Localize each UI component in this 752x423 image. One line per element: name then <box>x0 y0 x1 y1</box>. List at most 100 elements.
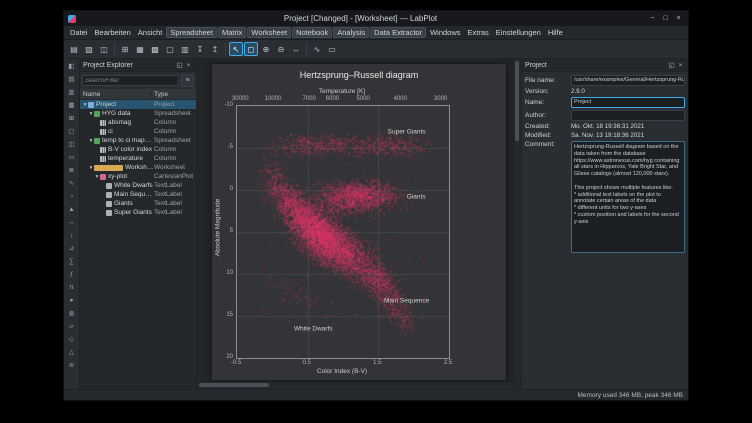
left-toolbar-button-9-icon[interactable]: ≣ <box>66 165 78 177</box>
import-data-icon[interactable]: ↧ <box>193 42 207 56</box>
field-value-name[interactable]: Project <box>571 97 685 108</box>
scatter-canvas[interactable] <box>237 106 449 358</box>
menu-spreadsheet[interactable]: Spreadsheet <box>166 27 217 38</box>
tree-row-giants[interactable]: GiantsTextLabel <box>80 199 196 208</box>
tree-row-hyg-data[interactable]: ▾HYG dataSpreadsheet <box>80 109 196 118</box>
left-toolbar-button-13-icon[interactable]: ↔ <box>66 217 78 229</box>
properties-dock-header: Project ◱ × <box>522 59 688 72</box>
left-toolbar-button-15-icon[interactable]: ⊿ <box>66 243 78 255</box>
field-value-comment[interactable]: Hertzsprung-Russell diagram based on the… <box>571 141 685 253</box>
left-toolbar-button-20-icon[interactable]: ◍ <box>66 308 78 320</box>
zoom-out-icon[interactable]: ⊖ <box>274 42 288 56</box>
left-toolbar-button-3-icon[interactable]: ▥ <box>66 87 78 99</box>
left-toolbar-button-16-icon[interactable]: ∑ <box>66 256 78 268</box>
worksheet-page[interactable]: Hertzsprung–Russell diagram Temperature … <box>212 64 506 380</box>
search-input[interactable] <box>82 75 179 86</box>
field-row-version: Version:2.9.0 <box>525 88 685 95</box>
plot-label-white-dwarfs[interactable]: White Dwarfs <box>294 326 333 333</box>
menu-matrix[interactable]: Matrix <box>218 27 246 38</box>
menu-hilfe[interactable]: Hilfe <box>545 27 566 38</box>
tree-row-temperature[interactable]: temperatureColumn <box>80 154 196 163</box>
left-toolbar-button-1-icon[interactable]: ◧ <box>66 61 78 73</box>
vertical-scrollbar-handle[interactable] <box>515 61 519 141</box>
left-toolbar-button-23-icon[interactable]: △ <box>66 347 78 359</box>
left-toolbar-button-8-icon[interactable]: ▭ <box>66 152 78 164</box>
left-toolbar-button-24-icon[interactable]: ≋ <box>66 360 78 372</box>
left-toolbar-button-6-icon[interactable]: ▢ <box>66 126 78 138</box>
tree-row-worksheet[interactable]: ▾WorksheetWorksheet <box>80 163 196 172</box>
tree-row-main-sequence[interactable]: Main SequenceTextLabel <box>80 190 196 199</box>
left-toolbar-button-18-icon[interactable]: π <box>66 282 78 294</box>
zoom-in-icon[interactable]: ⊕ <box>259 42 273 56</box>
left-toolbar-button-19-icon[interactable]: ● <box>66 295 78 307</box>
left-toolbar-button-22-icon[interactable]: ◇ <box>66 334 78 346</box>
maximize-button[interactable]: □ <box>660 13 671 24</box>
float-panel-icon[interactable]: ◱ <box>175 61 184 69</box>
menu-ansicht[interactable]: Ansicht <box>135 27 166 38</box>
tree-row-b-v-color-index[interactable]: B-V color indexColumn <box>80 145 196 154</box>
menu-notebook[interactable]: Notebook <box>292 27 332 38</box>
float-dock-icon[interactable]: ◱ <box>667 61 676 69</box>
project-icon <box>88 102 94 108</box>
filter-options-icon[interactable]: ≡ <box>181 74 194 87</box>
top-axis-label: Temperature [K] <box>236 88 448 95</box>
new-workbook-icon[interactable]: ⊞ <box>118 42 132 56</box>
tree-row-project[interactable]: ▾ProjectProject <box>80 100 196 109</box>
left-toolbar-button-4-icon[interactable]: ▦ <box>66 100 78 112</box>
left-toolbar-button-14-icon[interactable]: ↕ <box>66 230 78 242</box>
column-header-type[interactable]: Type <box>152 91 196 98</box>
menu-data-extractor[interactable]: Data Extractor <box>370 27 426 38</box>
new-matrix-icon[interactable]: ▩ <box>148 42 162 56</box>
menu-extras[interactable]: Extras <box>465 27 492 38</box>
menu-bearbeiten[interactable]: Bearbeiten <box>92 27 134 38</box>
menu-worksheet[interactable]: Worksheet <box>247 27 291 38</box>
minimize-button[interactable]: − <box>647 13 658 24</box>
menu-datei[interactable]: Datei <box>67 27 91 38</box>
horizontal-scrollbar-handle[interactable] <box>199 383 269 387</box>
select-mode-icon[interactable]: ↖ <box>229 42 243 56</box>
horizontal-scrollbar[interactable] <box>197 381 514 389</box>
tree-row-temp-to-ci-mapping[interactable]: ▾temp to ci mappingSpreadsheet <box>80 136 196 145</box>
add-legend-icon[interactable]: ▭ <box>325 42 339 56</box>
worksheet-view[interactable]: Hertzsprung–Russell diagram Temperature … <box>197 59 521 389</box>
left-toolbar-button-2-icon[interactable]: ▤ <box>66 74 78 86</box>
memory-status: Memory used 346 MB, peak 346 MB <box>578 392 684 399</box>
tree-row-white-dwarfs[interactable]: White DwarfsTextLabel <box>80 181 196 190</box>
left-toolbar-button-17-icon[interactable]: ƒ <box>66 269 78 281</box>
save-project-icon[interactable]: ◫ <box>97 42 111 56</box>
tree-item-type: CartesianPlot <box>154 173 196 180</box>
menu-analysis[interactable]: Analysis <box>333 27 369 38</box>
menu-windows[interactable]: Windows <box>427 27 463 38</box>
close-dock-icon[interactable]: × <box>676 62 685 69</box>
close-button[interactable]: × <box>673 13 684 24</box>
open-project-icon[interactable]: ▨ <box>82 42 96 56</box>
tree-row-xy-plot[interactable]: ▾xy-plotCartesianPlot <box>80 172 196 181</box>
add-curve-icon[interactable]: ∿ <box>310 42 324 56</box>
export-data-icon[interactable]: ↥ <box>208 42 222 56</box>
title-bar[interactable]: Project [Changed] - [Worksheet] — LabPlo… <box>64 11 688 26</box>
column-header-name[interactable]: Name <box>80 91 152 98</box>
field-value-author[interactable] <box>571 110 685 121</box>
left-toolbar-button-5-icon[interactable]: ⊞ <box>66 113 78 125</box>
plot-label-super-giants[interactable]: Super Giants <box>388 129 426 136</box>
new-project-icon[interactable]: ▤ <box>67 42 81 56</box>
zoom-fit-icon[interactable]: ↔ <box>289 42 303 56</box>
plot-label-main-sequence[interactable]: Main Sequence <box>384 298 429 305</box>
new-notebook-icon[interactable]: ▥ <box>178 42 192 56</box>
tree-row-absmag[interactable]: absmagColumn <box>80 118 196 127</box>
left-toolbar-button-10-icon[interactable]: ∿ <box>66 178 78 190</box>
plot-label-giants[interactable]: Giants <box>407 193 426 200</box>
left-toolbar-button-21-icon[interactable]: ▱ <box>66 321 78 333</box>
menu-einstellungen[interactable]: Einstellungen <box>493 27 544 38</box>
tree-row-ci[interactable]: ciColumn <box>80 127 196 136</box>
zoom-select-mode-icon[interactable]: ◻ <box>244 42 258 56</box>
new-spreadsheet-icon[interactable]: ▦ <box>133 42 147 56</box>
close-panel-icon[interactable]: × <box>184 62 193 69</box>
new-worksheet-icon[interactable]: ▢ <box>163 42 177 56</box>
plot-area[interactable]: Super Giants Giants Main Sequence White Dwa… <box>236 105 450 359</box>
left-toolbar-button-11-icon[interactable]: ◔ <box>66 191 78 203</box>
vertical-scrollbar[interactable] <box>513 59 521 382</box>
tree-row-super-giants[interactable]: Super GiantsTextLabel <box>80 208 196 217</box>
left-toolbar-button-7-icon[interactable]: ◫ <box>66 139 78 151</box>
left-toolbar-button-12-icon[interactable]: ▲ <box>66 204 78 216</box>
